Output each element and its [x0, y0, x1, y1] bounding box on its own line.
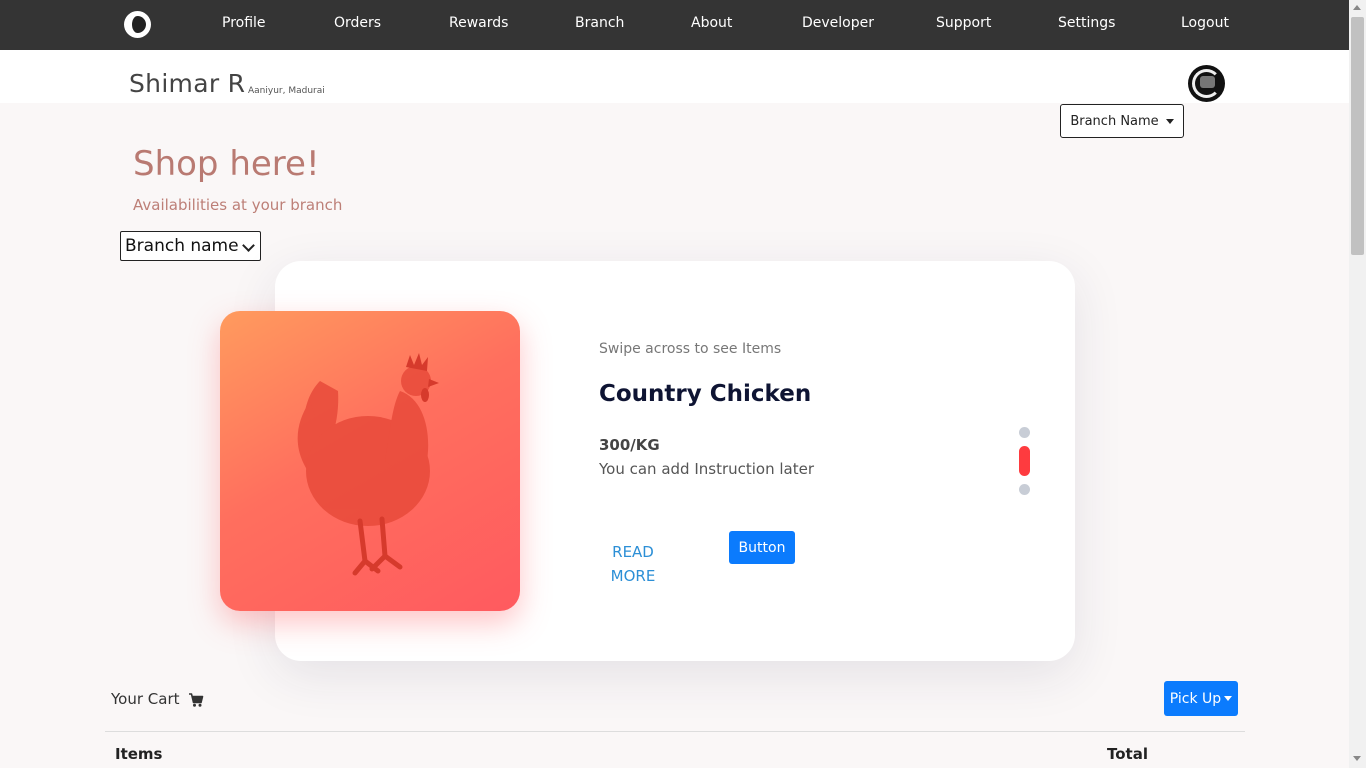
slide-dot-1[interactable] — [1019, 427, 1030, 438]
product-action-button[interactable]: Button — [729, 531, 795, 564]
slide-dot-3[interactable] — [1019, 484, 1030, 495]
cart-column-items: Items — [115, 745, 163, 763]
nav-settings[interactable]: Settings — [1058, 15, 1115, 31]
page-scrollbar[interactable] — [1349, 0, 1366, 768]
read-more-link[interactable]: READ MORE — [604, 540, 662, 588]
nav-orders[interactable]: Orders — [334, 15, 381, 31]
branch-select[interactable]: Branch name — [120, 231, 261, 261]
top-navbar: Profile Orders Rewards Branch About Deve… — [0, 0, 1349, 50]
branch-name-dropdown[interactable]: Branch Name — [1060, 104, 1184, 138]
chevron-down-icon — [242, 239, 255, 252]
nav-developer[interactable]: Developer — [802, 15, 874, 31]
nav-rewards[interactable]: Rewards — [449, 15, 508, 31]
nav-support[interactable]: Support — [936, 15, 991, 31]
nav-about[interactable]: About — [691, 15, 732, 31]
scroll-down-arrow-icon[interactable] — [1353, 756, 1361, 761]
branch-dropdown-label: Branch Name — [1070, 113, 1159, 129]
slide-dot-2-active[interactable] — [1019, 446, 1030, 476]
user-location: Aaniyur, Madurai — [248, 86, 325, 96]
nav-profile[interactable]: Profile — [222, 15, 266, 31]
product-image — [220, 311, 520, 611]
scroll-up-arrow-icon[interactable] — [1353, 5, 1361, 10]
avatar[interactable] — [1188, 65, 1225, 102]
shopping-cart-icon — [189, 693, 204, 707]
pickup-dropdown-button[interactable]: Pick Up — [1164, 681, 1238, 716]
user-name: Shimar R — [129, 69, 246, 98]
product-instruction-note: You can add Instruction later — [599, 460, 815, 478]
branch-select-value: Branch name — [125, 236, 239, 256]
cart-divider — [105, 731, 1245, 732]
pickup-label: Pick Up — [1169, 690, 1222, 707]
brand-logo[interactable] — [124, 11, 151, 38]
nav-branch[interactable]: Branch — [575, 15, 624, 31]
cart-column-total: Total — [1107, 745, 1148, 763]
swipe-hint: Swipe across to see Items — [599, 341, 782, 357]
nav-logout[interactable]: Logout — [1181, 15, 1229, 31]
product-name: Country Chicken — [599, 381, 812, 407]
page-title: Shop here! — [133, 144, 320, 184]
caret-down-icon — [1224, 696, 1233, 701]
page-subtitle: Availabilities at your branch — [133, 196, 343, 214]
caret-down-icon — [1165, 118, 1174, 124]
scrollbar-thumb[interactable] — [1351, 17, 1364, 255]
chicken-icon — [297, 353, 439, 576]
cart-title: Your Cart — [111, 690, 180, 708]
product-price: 300/KG — [599, 436, 660, 454]
